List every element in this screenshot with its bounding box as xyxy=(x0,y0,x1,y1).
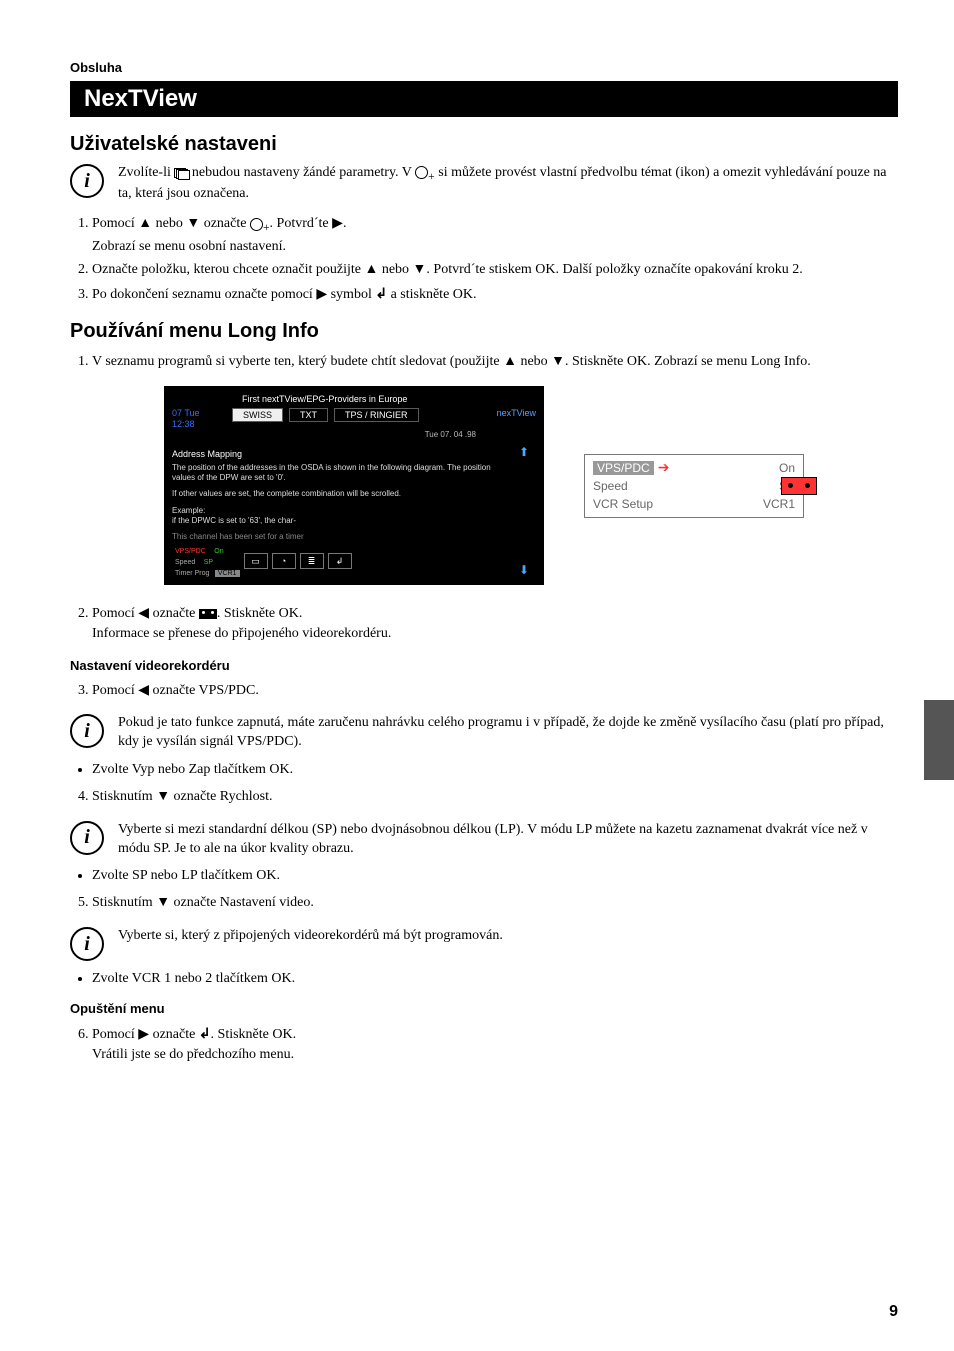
step-item: Po dokončení seznamu označte pomocí ▶ sy… xyxy=(92,284,898,305)
step-item: Označte položku, kterou chcete označit p… xyxy=(92,260,898,280)
step-item: Stisknutím ▼ označte Rychlost. xyxy=(92,786,898,807)
cassette-icon xyxy=(199,609,217,619)
vcr-value: On xyxy=(779,461,795,475)
vcr-settings-panel: VPS/PDC ➔ On Speed SP VCR Setup VCR1 xyxy=(584,454,804,518)
steps-list-4: Pomocí ◀ označte VPS/PDC. xyxy=(70,681,898,701)
leave-menu-heading: Opuštění menu xyxy=(70,1001,898,1016)
arrow-up-icon: ⬆ xyxy=(519,445,529,459)
steps-list-3: Pomocí ◀ označte . Stiskněte OK.Informac… xyxy=(70,603,898,643)
steps-list-6: Stisknutím ▼ označte Nastavení video. xyxy=(70,892,898,913)
epg-title: First nextTView/EPG-Providers in Europe xyxy=(172,394,536,404)
epg-datetime: 07 Tue12:38 xyxy=(172,408,232,430)
clock-icon: ◔ xyxy=(272,553,296,569)
step-item: Stisknutím ▼ označte Nastavení video. xyxy=(92,892,898,913)
bullet-item: Zvolte SP nebo LP tlačítkem OK. xyxy=(92,868,898,884)
info-text: Zvolíte-li nebudou nastaveny žándé param… xyxy=(118,164,898,203)
steps-list-1: Pomocí ▲ nebo ▼ označte +. Potvrd´te ▶.Z… xyxy=(70,213,898,304)
bullet-list: Zvolte Vyp nebo Zap tlačítkem OK. xyxy=(70,762,898,778)
vcr-value: VCR1 xyxy=(763,497,795,511)
epg-toolbar: VPS/PDC On Speed SP Timer Prog VCR1 ▭ ◔ … xyxy=(172,545,512,577)
return-icon: ↲ xyxy=(328,553,352,569)
epg-tab: TXT xyxy=(289,408,328,422)
epg-footer-note: This channel has been set for a timer xyxy=(172,532,512,541)
vcr-label: VPS/PDC xyxy=(593,461,654,475)
smiley-plus-icon xyxy=(415,166,428,179)
epg-screenshot: First nextTView/EPG-Providers in Europe … xyxy=(164,386,544,586)
step-item: Pomocí ▶ označte ↲. Stiskněte OK.Vrátili… xyxy=(92,1024,898,1064)
epg-body-text: If other values are set, the complete co… xyxy=(172,489,512,499)
vcr-row: Speed SP xyxy=(593,477,795,495)
steps-list-5: Stisknutím ▼ označte Rychlost. xyxy=(70,786,898,807)
cards-icon xyxy=(174,168,188,178)
step-item: Pomocí ◀ označte VPS/PDC. xyxy=(92,681,898,701)
smiley-plus-icon xyxy=(250,218,263,231)
steps-list-7: Pomocí ▶ označte ↲. Stiskněte OK.Vrátili… xyxy=(70,1024,898,1064)
step-item: Pomocí ◀ označte . Stiskněte OK.Informac… xyxy=(92,603,898,643)
vcr-setup-heading: Nastavení videorekordéru xyxy=(70,658,898,673)
epg-tab: TPS / RINGIER xyxy=(334,408,419,422)
info-text: Vyberte si, který z připojených videorek… xyxy=(118,927,898,946)
epg-tab: SWISS xyxy=(232,408,283,422)
cassette-icon: ▭ xyxy=(244,553,268,569)
vcr-row: VPS/PDC ➔ On xyxy=(593,459,795,477)
vcr-label: VCR Setup xyxy=(593,497,653,511)
info-icon: i xyxy=(70,714,104,748)
step-item: Pomocí ▲ nebo ▼ označte +. Potvrd´te ▶.Z… xyxy=(92,213,898,256)
info-text: Vyberte si mezi standardní délkou (SP) n… xyxy=(118,821,898,859)
bullet-list: Zvolte SP nebo LP tlačítkem OK. xyxy=(70,868,898,884)
info-text: Pokud je tato funkce zapnutá, máte zaruč… xyxy=(118,714,898,752)
bullet-list: Zvolte VCR 1 nebo 2 tlačítkem OK. xyxy=(70,971,898,987)
side-tab xyxy=(924,700,954,780)
epg-body-text: Example: if the DPWC is set to '63', the… xyxy=(172,506,512,527)
epg-body-heading: Address Mapping xyxy=(172,449,512,459)
category-label: Obsluha xyxy=(70,60,898,75)
page-number: 9 xyxy=(889,1303,898,1321)
info-icon: i xyxy=(70,927,104,961)
vcr-row: VCR Setup VCR1 xyxy=(593,495,795,513)
steps-list-2: V seznamu programů si vyberte ten, který… xyxy=(70,351,898,372)
list-icon: ≣ xyxy=(300,553,324,569)
section-long-info-heading: Používání menu Long Info xyxy=(70,320,898,343)
epg-subdate: Tue 07. 04 .98 xyxy=(172,430,536,439)
arrow-down-icon: ⬇ xyxy=(519,563,529,577)
step-item: V seznamu programů si vyberte ten, který… xyxy=(92,351,898,372)
epg-brand: nexTView xyxy=(497,408,536,418)
arrow-right-icon: ➔ xyxy=(658,459,670,476)
bullet-item: Zvolte VCR 1 nebo 2 tlačítkem OK. xyxy=(92,971,898,987)
info-icon: i xyxy=(70,821,104,855)
title-bar: NexTView xyxy=(70,81,898,117)
vcr-label: Speed xyxy=(593,479,628,493)
cassette-icon xyxy=(781,477,817,495)
info-icon: i xyxy=(70,164,104,198)
epg-tabs: SWISS TXT TPS / RINGIER xyxy=(232,408,419,422)
section-user-settings-heading: Uživatelské nastaveni xyxy=(70,133,898,156)
bullet-item: Zvolte Vyp nebo Zap tlačítkem OK. xyxy=(92,762,898,778)
epg-body-text: The position of the addresses in the OSD… xyxy=(172,463,512,484)
